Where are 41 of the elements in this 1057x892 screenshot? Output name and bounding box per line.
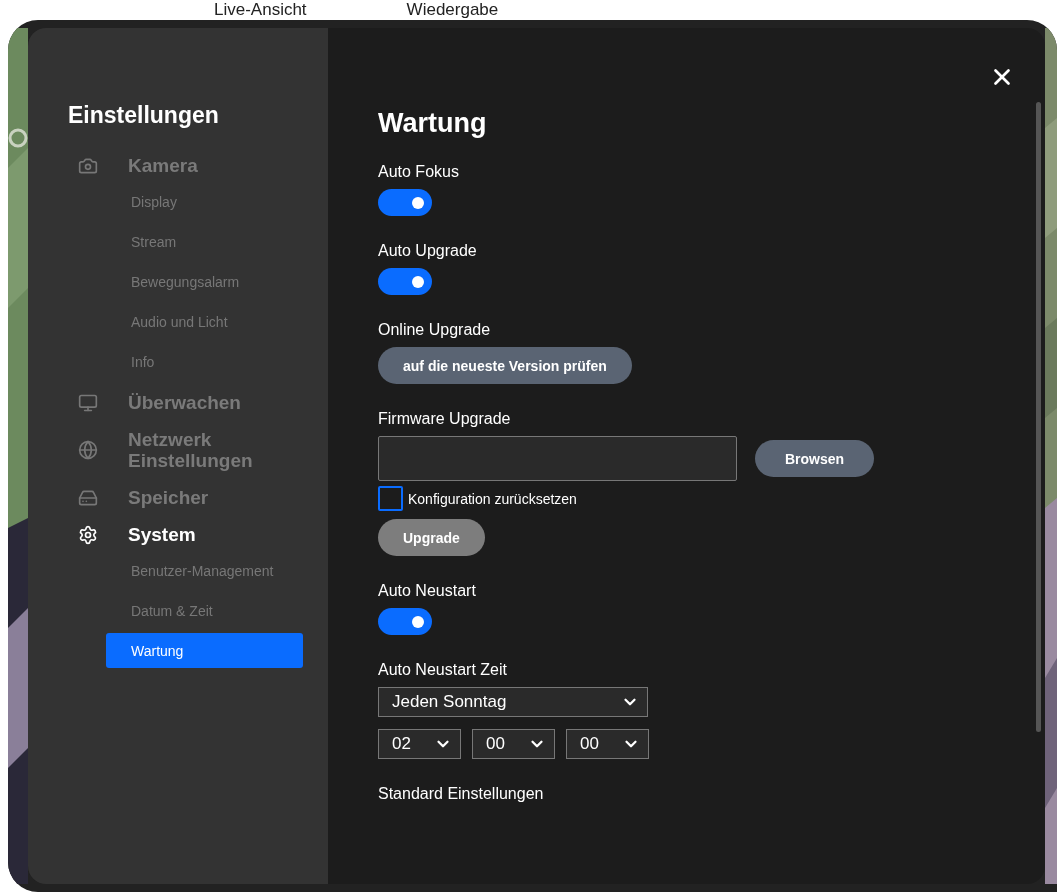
sidebar-item[interactable]: Benutzer-Management (106, 553, 303, 588)
time-select[interactable]: 00 (472, 729, 555, 759)
time-select[interactable]: 00 (566, 729, 649, 759)
check-version-button[interactable]: auf die neueste Version prüfen (378, 347, 632, 384)
sidebar-item[interactable]: Audio und Licht (106, 304, 303, 339)
sidebar-item[interactable]: Info (106, 344, 303, 379)
sidebar-item[interactable]: Wartung (106, 633, 303, 668)
browse-button[interactable]: Browsen (755, 440, 875, 477)
globe-icon (78, 440, 98, 460)
setting-label: Standard Einstellungen (378, 785, 544, 803)
checkbox-label: Konfiguration zurücksetzen (408, 490, 577, 507)
sidebar-item[interactable]: Display (106, 184, 303, 219)
sidebar-group[interactable]: Speicher (128, 487, 278, 508)
sidebar-item[interactable]: Datum & Zeit (106, 593, 303, 628)
setting-label: Online Upgrade (378, 321, 491, 339)
toggle-switch[interactable] (378, 268, 432, 295)
sidebar-group[interactable]: Überwachen (128, 392, 278, 413)
scrollbar[interactable] (1036, 102, 1041, 732)
setting-label: Auto Upgrade (378, 242, 477, 260)
sidebar-item[interactable]: Stream (106, 224, 303, 259)
monitor-icon (78, 392, 98, 413)
toggle-switch[interactable] (378, 189, 432, 216)
file-field[interactable] (378, 436, 737, 481)
setting-label: Auto Neustart (378, 582, 476, 600)
sidebar-group[interactable]: Netzwerk Einstellungen (128, 429, 278, 471)
settings-icon (78, 524, 98, 545)
setting-label: Auto Fokus (378, 163, 459, 181)
toggle-switch[interactable] (378, 608, 432, 635)
setting-label: Firmware Upgrade (378, 410, 511, 428)
sidebar-item[interactable]: Bewegungsalarm (106, 264, 303, 299)
nav-tab[interactable]: Wiedergabe (406, 1, 499, 19)
sidebar-title: Einstellungen (68, 102, 220, 129)
checkbox[interactable] (378, 486, 403, 511)
page-title: Wartung (378, 108, 488, 139)
day-select[interactable]: Jeden Sonntag (378, 687, 648, 717)
sidebar-group[interactable]: Kamera (128, 155, 278, 176)
upgrade-button[interactable]: Upgrade (378, 519, 485, 556)
setting-label: Auto Neustart Zeit (378, 661, 507, 679)
nav-tab[interactable]: Live-Ansicht (214, 1, 307, 19)
time-select[interactable]: 02 (378, 729, 461, 759)
sidebar-group[interactable]: System (128, 524, 278, 545)
